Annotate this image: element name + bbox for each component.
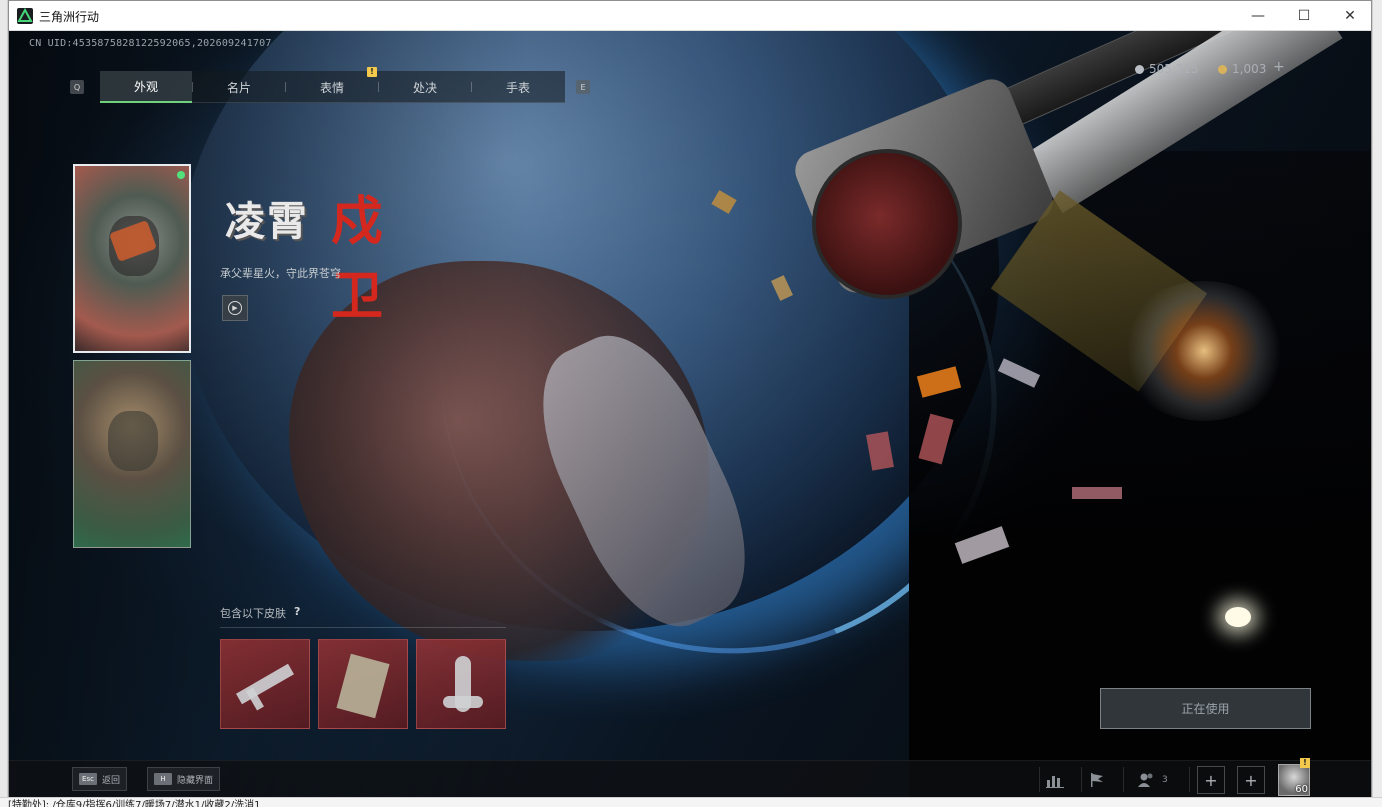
title-bar[interactable]: 三角洲行动 — ☐ ✕ (9, 1, 1371, 31)
tab-bar: 外观 名片 表情 处决 手表 (100, 71, 565, 103)
minimize-button[interactable]: — (1235, 1, 1281, 31)
skin-description: 承父辈星火，守此界苍穹 (220, 267, 341, 280)
in-use-button[interactable]: 正在使用 (1100, 688, 1311, 729)
operator-portrait (108, 411, 158, 471)
flag-icon[interactable] (1082, 765, 1112, 795)
tab-next-key[interactable]: E (576, 80, 590, 94)
tab-emote[interactable]: 表情 (286, 71, 378, 103)
window-title: 三角洲行动 (39, 10, 100, 24)
player-level: 60 (1295, 784, 1308, 795)
close-button[interactable]: ✕ (1327, 1, 1373, 31)
station-hatch (812, 149, 962, 299)
tab-appearance[interactable]: 外观 (100, 71, 192, 103)
included-item-weapon[interactable] (220, 639, 310, 729)
weapon-icon (236, 663, 294, 705)
desktop-right-edge (1372, 0, 1382, 807)
maximize-button[interactable]: ☐ (1281, 1, 1327, 31)
player-uid: CN UID:4535875828122592065,202609241707 (29, 38, 272, 49)
gold-amount: 1,003 (1232, 62, 1267, 76)
operator-card[interactable] (73, 360, 191, 548)
tab-notification-badge: ! (367, 67, 377, 77)
equipped-indicator-icon (177, 171, 185, 179)
tab-namecard[interactable]: 名片 (193, 71, 285, 103)
h-key: H (154, 773, 172, 785)
silver-coin-icon (1135, 64, 1144, 74)
desktop-left-edge (0, 0, 8, 807)
add-squad-slot-button[interactable]: + (1197, 766, 1225, 794)
bar-divider (1189, 767, 1190, 792)
esc-key: Esc (79, 773, 97, 785)
silver-currency: 505,215 (1135, 62, 1199, 76)
operator-card-selected[interactable] (73, 164, 191, 353)
hide-ui-hint[interactable]: H 隐藏界面 (147, 767, 221, 791)
gadget-icon (336, 653, 390, 719)
esc-hint-label: 返回 (102, 775, 121, 786)
charm-base (443, 696, 483, 708)
help-icon[interactable]: ? (294, 605, 300, 618)
skin-title-logo: 凌霄 戍卫 (221, 181, 461, 327)
tab-execution[interactable]: 处决 (379, 71, 471, 103)
hide-ui-label: 隐藏界面 (177, 775, 214, 786)
tab-prev-key[interactable]: Q (70, 80, 84, 94)
avatar-notification-badge: ! (1300, 758, 1310, 768)
friends-icon (1138, 773, 1153, 787)
included-item-gadget[interactable] (318, 639, 408, 729)
explosion-sparks-art (1119, 281, 1289, 421)
includes-label: 包含以下皮肤 (220, 607, 286, 620)
bottom-bar: Esc 返回 H 隐藏界面 3 + + 60 ! (9, 758, 1371, 797)
debris-piece (1072, 487, 1122, 499)
sun-art (1225, 607, 1251, 627)
add-currency-button[interactable]: + (1273, 59, 1285, 75)
desktop-bottom-text: [特勤处]: /仓库9/指挥6/训练7/暖场7/潜水1/收藏2/洗消1 (8, 800, 261, 807)
skin-title-accent: 戍卫 (331, 191, 384, 327)
skin-title-text: 凌霄 (225, 198, 309, 245)
gold-coin-icon (1218, 64, 1227, 74)
included-item-charm[interactable] (416, 639, 506, 729)
game-viewport[interactable]: CN UID:4535875828122592065,202609241707 … (9, 31, 1371, 797)
esc-back-hint[interactable]: Esc 返回 (72, 767, 128, 791)
friends-count: 3 (1162, 775, 1168, 785)
gold-currency: 1,003 (1218, 62, 1266, 76)
play-preview-button[interactable]: ▶ (222, 295, 248, 321)
bar-divider (1123, 767, 1124, 792)
friends-button[interactable]: 3 (1138, 768, 1168, 792)
play-icon: ▶ (228, 301, 242, 315)
desktop-bottom-strip: [特勤处]: /仓库9/指挥6/训练7/暖场7/潜水1/收藏2/洗消1 (0, 797, 1382, 807)
game-window: 三角洲行动 — ☐ ✕ CN UID:4535875828122592065,2… (8, 0, 1372, 797)
silver-amount: 505,215 (1149, 62, 1199, 76)
includes-divider (220, 627, 506, 628)
player-avatar[interactable]: 60 (1278, 764, 1310, 796)
tab-watch[interactable]: 手表 (472, 71, 564, 103)
stats-icon[interactable] (1040, 765, 1070, 795)
add-squad-slot-button[interactable]: + (1237, 766, 1265, 794)
delta-force-logo-icon (17, 8, 33, 24)
